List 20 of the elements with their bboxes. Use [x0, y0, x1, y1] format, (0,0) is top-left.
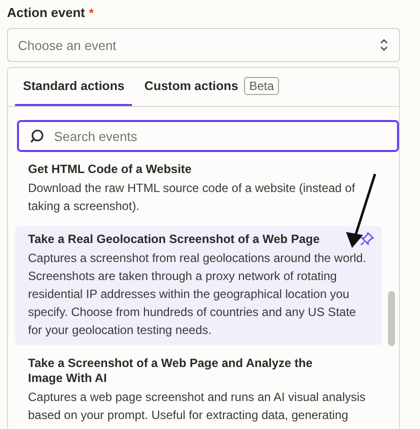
- search-icon: [29, 128, 44, 144]
- event-title: Take a Screenshot of a Web Page and Analyze the Image With AI: [28, 356, 314, 386]
- event-title: Take a Real Geolocation Screenshot of a Web Page: [28, 232, 320, 247]
- pin-icon[interactable]: [360, 232, 374, 246]
- tab[interactable]: Custom actions Beta: [136, 68, 287, 106]
- search-field[interactable]: Search events: [17, 120, 399, 152]
- event-description: Captures a web page screenshot and runs an AI visual analysis based on your prompt. Useful for extracting data, generating: [28, 389, 367, 424]
- event-select[interactable]: Choose an event: [7, 28, 400, 62]
- event-title: Get HTML Code of a Website: [28, 162, 192, 177]
- scrollbar-thumb[interactable]: [388, 291, 395, 346]
- field-label: Action event: [7, 5, 86, 20]
- chevron-icon: [379, 38, 389, 52]
- event-item[interactable]: Get HTML Code of a Website Download the raw HTML source code of a website (instead of taking a screenshot).: [15, 156, 382, 221]
- event-description: Captures a screenshot from real geolocations around the world. Screenshots are taken through a proxy network of rotating residential IP addresses within the geographical location you specify. Choose from hundreds of countries and any US State for your geolocation testing needs.: [28, 250, 368, 339]
- event-description: Download the raw HTML source code of a website (instead of taking a screenshot).: [28, 180, 356, 215]
- tab[interactable]: Standard actions: [15, 68, 132, 106]
- beta-badge: Beta: [244, 77, 279, 95]
- event-item[interactable]: Take a Screenshot of a Web Page and Analyze the Image With AI Captures a web page screenshot and runs an AI visual analysis based on your prompt. Useful for extracting data, generating: [15, 350, 382, 429]
- event-item[interactable]: [15, 226, 382, 345]
- required-mark: *: [89, 6, 94, 20]
